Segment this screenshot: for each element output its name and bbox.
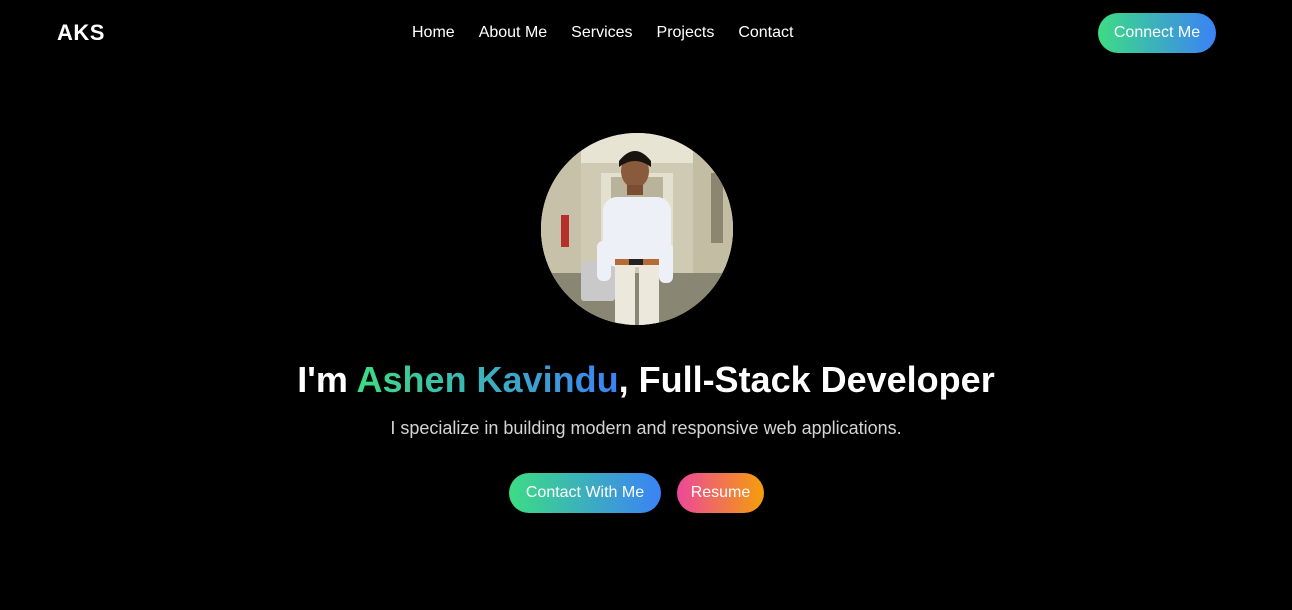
nav-link-home[interactable]: Home xyxy=(412,24,455,41)
nav-link-contact[interactable]: Contact xyxy=(738,24,793,41)
nav-item-about: About Me xyxy=(479,24,547,42)
nav-link-services[interactable]: Services xyxy=(571,24,632,41)
nav-item-home: Home xyxy=(412,24,455,42)
hero-subtitle: I specialize in building modern and resp… xyxy=(390,418,902,438)
profile-photo xyxy=(541,133,733,325)
hero-buttons: Contact With Me Resume xyxy=(509,473,764,513)
profile-photo-illustration xyxy=(541,133,733,325)
nav-item-services: Services xyxy=(571,24,632,42)
nav-link-projects[interactable]: Projects xyxy=(657,24,715,41)
site-logo[interactable]: AKS xyxy=(57,20,105,46)
hero-title: I'm Ashen Kavindu, Full-Stack Developer xyxy=(0,358,1292,402)
hero-title-prefix: I'm xyxy=(297,359,357,400)
portfolio-page: AKS Home About Me Services Projects Cont… xyxy=(0,0,1292,610)
contact-with-me-button[interactable]: Contact With Me xyxy=(509,473,661,513)
hero-title-suffix: , Full-Stack Developer xyxy=(618,359,995,400)
hero-name: Ashen Kavindu xyxy=(356,359,619,400)
nav-item-contact: Contact xyxy=(738,24,793,42)
resume-button[interactable]: Resume xyxy=(677,473,764,513)
nav-item-projects: Projects xyxy=(657,24,715,42)
nav-link-about[interactable]: About Me xyxy=(479,24,547,41)
nav-links: Home About Me Services Projects Contact xyxy=(412,24,793,42)
navbar: AKS Home About Me Services Projects Cont… xyxy=(0,0,1292,68)
connect-me-button[interactable]: Connect Me xyxy=(1098,13,1216,53)
